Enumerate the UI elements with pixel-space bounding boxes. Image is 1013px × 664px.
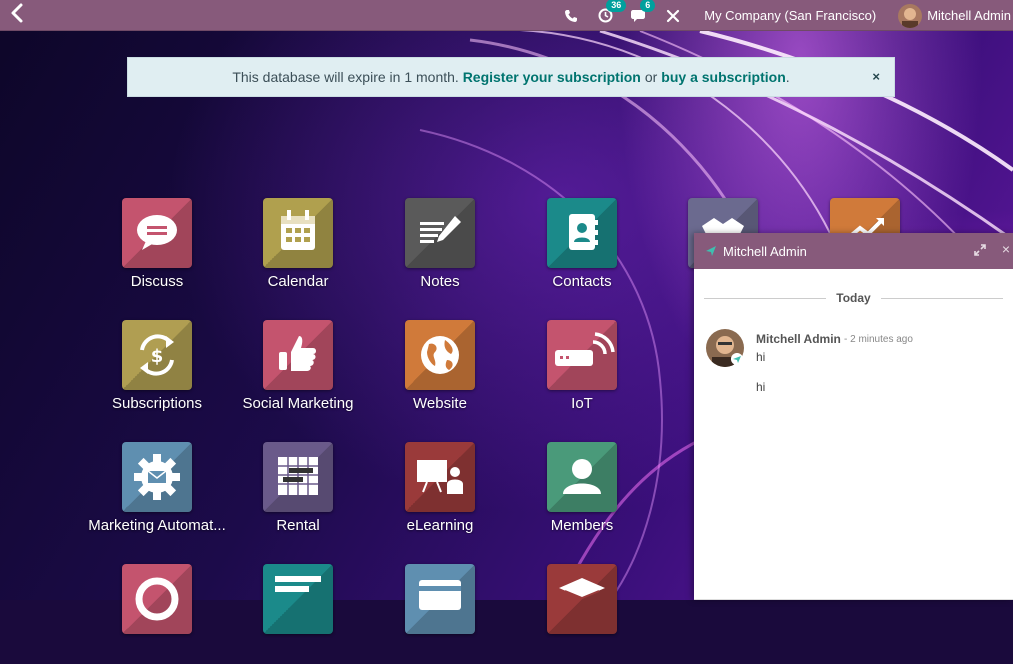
app-rental[interactable]: Rental bbox=[228, 442, 368, 542]
app-tile-notes bbox=[405, 198, 475, 268]
message-timestamp: - 2 minutes ago bbox=[844, 334, 913, 345]
app-marketing-automation[interactable]: Marketing Automat... bbox=[87, 442, 227, 542]
messages-button[interactable]: 6 bbox=[626, 0, 656, 31]
navbar-systray: 36 6 My Company (San Francisco) Mitchell… bbox=[558, 0, 1013, 31]
message-body: hi bbox=[756, 380, 766, 394]
chat-window: Mitchell Admin × Today Mitchell Admin - … bbox=[694, 233, 1013, 600]
app-label: Social Marketing bbox=[242, 395, 354, 412]
table-grid-icon bbox=[278, 457, 318, 495]
day-label: Today bbox=[836, 291, 871, 305]
app-label: eLearning bbox=[406, 517, 474, 534]
app-list[interactable] bbox=[228, 564, 368, 664]
app-iot[interactable]: IoT bbox=[512, 320, 652, 420]
chat-title: Mitchell Admin bbox=[723, 244, 807, 259]
top-navbar: 36 6 My Company (San Francisco) Mitchell… bbox=[0, 0, 1013, 31]
svg-text:$: $ bbox=[151, 346, 164, 367]
card-icon bbox=[419, 580, 461, 610]
day-separator: Today bbox=[694, 291, 1013, 305]
note-pencil-icon bbox=[420, 216, 461, 243]
calendar-icon bbox=[281, 210, 315, 250]
app-helpdesk[interactable] bbox=[87, 564, 227, 664]
app-tile-members bbox=[547, 442, 617, 512]
app-tile-helpdesk bbox=[122, 564, 192, 634]
debug-tools-button[interactable] bbox=[660, 0, 686, 31]
banner-or: or bbox=[644, 69, 658, 85]
app-tile-marketing-automation bbox=[122, 442, 192, 512]
tools-icon bbox=[667, 9, 680, 22]
app-label: Notes bbox=[420, 273, 460, 290]
plane-status-icon bbox=[731, 353, 743, 365]
chevron-left-icon[interactable] bbox=[8, 2, 26, 26]
app-tile-iot bbox=[547, 320, 617, 390]
app-tile-box bbox=[547, 564, 617, 634]
messages-badge: 6 bbox=[640, 0, 656, 12]
chat-window-header[interactable]: Mitchell Admin × bbox=[694, 233, 1013, 269]
app-tile-rental bbox=[263, 442, 333, 512]
app-website[interactable]: Website bbox=[370, 320, 510, 420]
app-tile-card bbox=[405, 564, 475, 634]
phone-button[interactable] bbox=[558, 0, 584, 31]
app-label: Contacts bbox=[552, 273, 612, 290]
dollar-cycle-icon: $ bbox=[140, 334, 174, 376]
app-discuss[interactable]: Discuss bbox=[87, 198, 227, 298]
app-label: Marketing Automat... bbox=[88, 517, 226, 534]
gear-mail-icon bbox=[134, 454, 180, 500]
app-card[interactable] bbox=[370, 564, 510, 664]
avatar bbox=[898, 3, 923, 28]
app-tile-website bbox=[405, 320, 475, 390]
lifebuoy-icon bbox=[135, 577, 179, 621]
phone-icon bbox=[565, 9, 578, 22]
activity-button[interactable]: 36 bbox=[592, 0, 627, 31]
chat-bubble-icon bbox=[137, 215, 177, 250]
chat-close-button[interactable]: × bbox=[1002, 241, 1010, 257]
app-subscriptions[interactable]: $ Subscriptions bbox=[87, 320, 227, 420]
activity-badge: 36 bbox=[606, 0, 627, 12]
app-tile-discuss bbox=[122, 198, 192, 268]
app-label: Rental bbox=[276, 517, 320, 534]
expiration-banner: This database will expire in 1 month. Re… bbox=[127, 57, 895, 97]
app-label: Members bbox=[550, 517, 614, 534]
app-label: Calendar bbox=[267, 273, 329, 290]
app-calendar[interactable]: Calendar bbox=[228, 198, 368, 298]
register-subscription-link[interactable]: Register your subscription bbox=[463, 69, 641, 85]
app-label: Website bbox=[413, 395, 467, 412]
thumbs-up-icon bbox=[279, 336, 316, 371]
company-switcher[interactable]: My Company (San Francisco) bbox=[704, 8, 876, 23]
banner-period: . bbox=[785, 69, 790, 85]
app-members[interactable]: Members bbox=[512, 442, 652, 542]
user-menu[interactable]: Mitchell Admin bbox=[898, 3, 1011, 28]
app-label: IoT bbox=[571, 395, 593, 412]
address-book-icon bbox=[569, 214, 598, 250]
app-social-marketing[interactable]: Social Marketing bbox=[228, 320, 368, 420]
app-contacts[interactable]: Contacts bbox=[512, 198, 652, 298]
box-icon bbox=[559, 578, 605, 600]
app-tile-list bbox=[263, 564, 333, 634]
app-label: Subscriptions bbox=[111, 395, 203, 412]
buy-subscription-link[interactable]: buy a subscription bbox=[661, 69, 785, 85]
app-elearning[interactable]: eLearning bbox=[370, 442, 510, 542]
app-label: Discuss bbox=[130, 273, 184, 290]
user-icon bbox=[563, 459, 601, 494]
app-tile-contacts bbox=[547, 198, 617, 268]
expand-icon[interactable] bbox=[973, 243, 987, 257]
app-tile-social-marketing bbox=[263, 320, 333, 390]
banner-close-button[interactable]: × bbox=[872, 69, 880, 84]
user-name: Mitchell Admin bbox=[927, 8, 1011, 23]
app-tile-calendar bbox=[263, 198, 333, 268]
app-tile-subscriptions: $ bbox=[122, 320, 192, 390]
list-icon bbox=[275, 576, 321, 592]
app-tile-elearning bbox=[405, 442, 475, 512]
banner-text: This database will expire in 1 month. bbox=[232, 69, 459, 85]
globe-icon bbox=[421, 336, 459, 374]
message-body: hi bbox=[756, 350, 766, 364]
presentation-icon bbox=[417, 460, 463, 494]
im-status-icon bbox=[706, 246, 716, 256]
wifi-device-icon bbox=[555, 332, 615, 366]
app-notes[interactable]: Notes bbox=[370, 198, 510, 298]
app-box[interactable] bbox=[512, 564, 652, 664]
message-author[interactable]: Mitchell Admin bbox=[756, 332, 841, 346]
